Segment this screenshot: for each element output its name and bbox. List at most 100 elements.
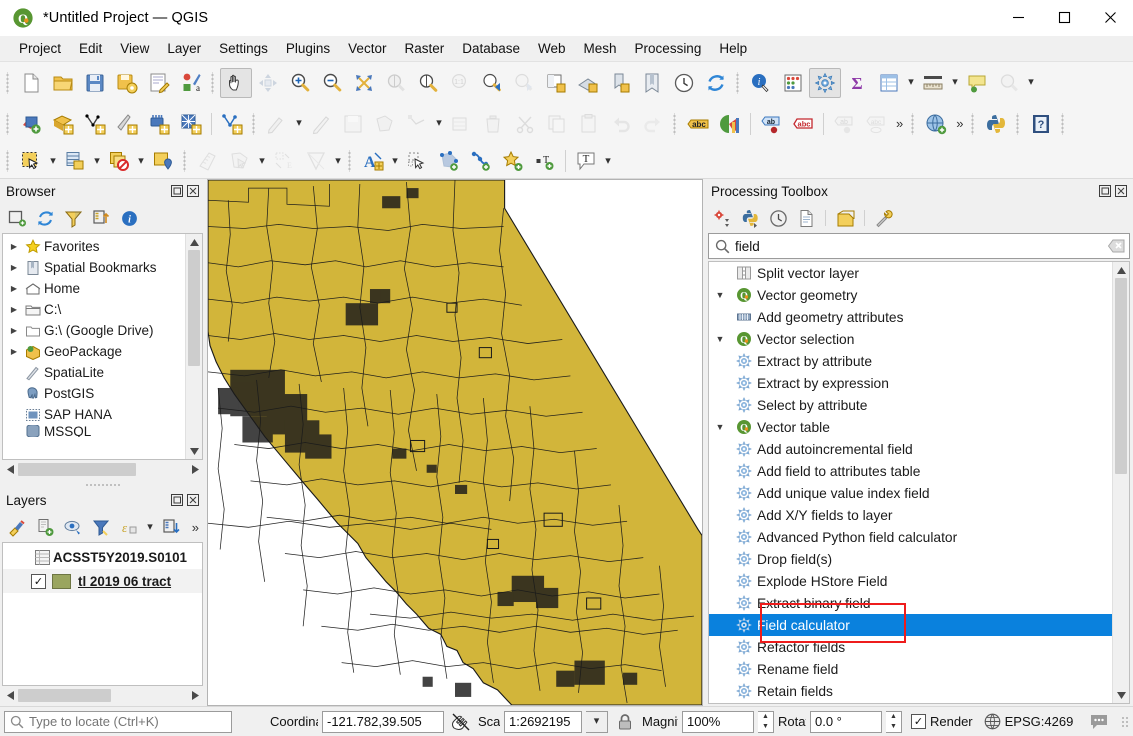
expand-all-icon[interactable]: [158, 515, 184, 539]
map-canvas[interactable]: [207, 179, 703, 706]
toggle-extents-icon[interactable]: [448, 712, 474, 732]
toolbar-grip[interactable]: [251, 112, 258, 135]
pan-to-selection-icon[interactable]: [252, 68, 284, 98]
add-point-icon[interactable]: T: [529, 146, 561, 176]
add-polygon-icon[interactable]: [433, 146, 465, 176]
algorithm-add-geometry-attributes[interactable]: Add geometry attributes: [709, 306, 1112, 328]
select-features-dropdown[interactable]: ▾: [47, 146, 59, 176]
attribute-table-dropdown[interactable]: ▾: [905, 68, 917, 98]
algorithm-drop-fields[interactable]: Drop field(s): [709, 548, 1112, 570]
expand-arrow-icon[interactable]: ▶: [6, 305, 22, 314]
toolbar-grip[interactable]: [1060, 112, 1068, 135]
browser-item-favorites[interactable]: ▶ Favorites: [3, 236, 185, 257]
clear-search-icon[interactable]: [1103, 239, 1129, 253]
run-model-icon[interactable]: [709, 206, 735, 230]
move-label-icon[interactable]: [401, 146, 433, 176]
toolbar-grip[interactable]: [1015, 112, 1023, 135]
select-features-icon[interactable]: [15, 146, 47, 176]
new-project-icon[interactable]: [15, 68, 47, 98]
statistical-summary-icon[interactable]: [777, 68, 809, 98]
stepper-up-icon[interactable]: ▲: [886, 712, 901, 722]
algorithm-add-unique-value-index-field[interactable]: Add unique value index field: [709, 482, 1112, 504]
filter-legend-expression-icon[interactable]: ε: [116, 515, 142, 539]
reshape-features-icon[interactable]: [300, 146, 332, 176]
group-vector-table[interactable]: ▼ Q Vector table: [709, 416, 1112, 438]
new-map-bookmark-icon[interactable]: [604, 68, 636, 98]
toolbar-grip[interactable]: [5, 150, 12, 172]
new-print-layout-icon[interactable]: [143, 68, 175, 98]
menu-raster[interactable]: Raster: [395, 38, 453, 59]
select-by-value-icon[interactable]: [59, 146, 91, 176]
menu-mesh[interactable]: Mesh: [575, 38, 626, 59]
stepper-up-icon[interactable]: ▲: [758, 712, 773, 722]
menu-edit[interactable]: Edit: [70, 38, 111, 59]
python-script-icon[interactable]: [737, 206, 763, 230]
algorithm-rename-field[interactable]: Rename field: [709, 658, 1112, 680]
menu-database[interactable]: Database: [453, 38, 529, 59]
undo-icon[interactable]: [605, 109, 637, 139]
menu-processing[interactable]: Processing: [626, 38, 711, 59]
menu-view[interactable]: View: [111, 38, 158, 59]
add-raster-layer-icon[interactable]: [47, 109, 79, 139]
close-panel-icon[interactable]: [186, 494, 199, 507]
browser-item-spatialite[interactable]: SpatiaLite: [3, 362, 185, 383]
algorithm-select-by-attribute[interactable]: Select by attribute: [709, 394, 1112, 416]
processing-scroll-track[interactable]: [1113, 278, 1129, 687]
menu-help[interactable]: Help: [710, 38, 756, 59]
vertex-tool-dropdown[interactable]: ▾: [433, 109, 445, 139]
collapse-arrow-icon[interactable]: ▼: [709, 334, 731, 344]
add-postgis-layer-icon[interactable]: [143, 109, 175, 139]
show-search-icon[interactable]: [993, 68, 1025, 98]
algorithm-explode-hstore-field[interactable]: Explode HStore Field: [709, 570, 1112, 592]
close-button[interactable]: [1087, 0, 1133, 36]
algorithm-split-vector-layer[interactable]: Split vector layer: [709, 262, 1112, 284]
copy-features-icon[interactable]: [541, 109, 573, 139]
scroll-up-arrow-icon[interactable]: [1113, 262, 1129, 278]
text-annotation-icon[interactable]: T: [570, 146, 602, 176]
web-overflow-button[interactable]: »: [952, 116, 967, 131]
layers-hscroll-thumb[interactable]: [18, 689, 111, 702]
open-project-icon[interactable]: [47, 68, 79, 98]
add-vector-layer-icon[interactable]: [15, 109, 47, 139]
filter-browser-icon[interactable]: [60, 206, 86, 230]
dock-splitter[interactable]: [0, 480, 205, 488]
toolbar-grip[interactable]: [970, 112, 978, 135]
web-plugin-icon[interactable]: [920, 109, 952, 139]
help-icon[interactable]: ?: [1025, 109, 1057, 139]
processing-tree[interactable]: Split vector layer ▼ Q Vector geometry A…: [709, 262, 1112, 703]
zoom-last-icon[interactable]: [476, 68, 508, 98]
edit-model-icon[interactable]: [832, 206, 858, 230]
collapse-arrow-icon[interactable]: ▼: [709, 290, 731, 300]
magnifier-stepper[interactable]: ▲ ▼: [758, 710, 774, 733]
modify-attributes-icon[interactable]: [445, 109, 477, 139]
menu-settings[interactable]: Settings: [210, 38, 277, 59]
close-panel-icon[interactable]: [1114, 185, 1127, 198]
pin-labels-icon[interactable]: ab: [828, 109, 860, 139]
python-console-icon[interactable]: [980, 109, 1012, 139]
scroll-down-arrow-icon[interactable]: [1113, 687, 1129, 703]
zoom-in-icon[interactable]: [284, 68, 316, 98]
zoom-native-icon[interactable]: 1:1: [444, 68, 476, 98]
browser-hscroll-track[interactable]: [18, 462, 187, 478]
label-change-icon[interactable]: A: [357, 146, 389, 176]
refresh-icon[interactable]: [700, 68, 732, 98]
algorithm-extract-by-attribute[interactable]: Extract by attribute: [709, 350, 1112, 372]
vertex-tool-icon[interactable]: [401, 109, 433, 139]
expand-arrow-icon[interactable]: ▶: [6, 263, 22, 272]
new-map-view-icon[interactable]: [540, 68, 572, 98]
zoom-to-layer-icon[interactable]: [412, 68, 444, 98]
expand-arrow-icon[interactable]: ▶: [6, 326, 22, 335]
locator-input[interactable]: [24, 713, 231, 730]
add-layer-icon[interactable]: [4, 206, 30, 230]
algorithm-add-autoincremental-field[interactable]: Add autoincremental field: [709, 438, 1112, 460]
scroll-left-arrow-icon[interactable]: [2, 688, 18, 703]
collapse-arrow-icon[interactable]: ▼: [709, 422, 731, 432]
filter-legend-icon[interactable]: [88, 515, 114, 539]
menu-plugins[interactable]: Plugins: [277, 38, 339, 59]
browser-item-home[interactable]: ▶ Home: [3, 278, 185, 299]
algorithm-advanced-python-field-calculator[interactable]: Advanced Python field calculator: [709, 526, 1112, 548]
results-viewer-icon[interactable]: [793, 206, 819, 230]
globe-crs-icon[interactable]: [984, 713, 1001, 730]
open-layer-styling-icon[interactable]: [4, 515, 30, 539]
add-polygon-feature-icon[interactable]: [369, 109, 401, 139]
